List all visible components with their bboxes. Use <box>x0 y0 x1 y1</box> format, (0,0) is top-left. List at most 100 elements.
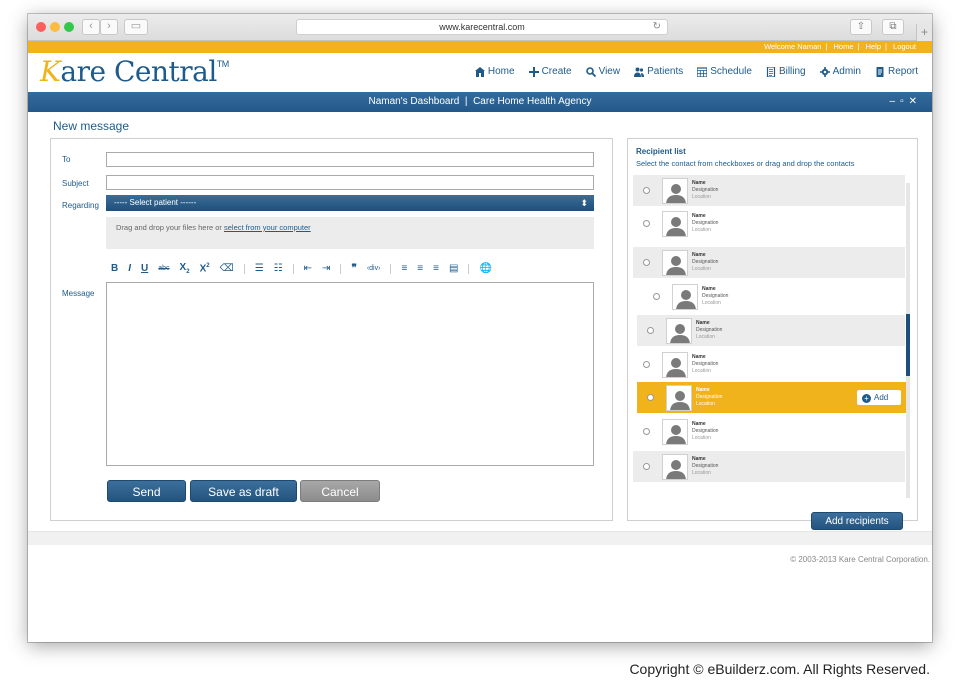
avatar-icon <box>662 249 688 276</box>
maximize-window-icon[interactable] <box>64 22 74 32</box>
billing-icon <box>766 66 776 77</box>
recipient-radio[interactable] <box>643 220 650 227</box>
nav-admin[interactable]: Admin <box>819 66 861 77</box>
sidebar-toggle-icon[interactable]: ▭ <box>124 19 148 35</box>
recipient-row[interactable]: Name Designation Location <box>643 281 905 312</box>
subscript-icon[interactable]: X2 <box>180 262 190 275</box>
page-title: New message <box>53 119 130 133</box>
back-icon[interactable]: ‹ <box>82 19 100 35</box>
add-recipient-button[interactable]: + Add <box>857 390 901 405</box>
avatar-icon <box>662 351 688 378</box>
recipient-row[interactable]: Name Designation Location <box>633 208 905 239</box>
avatar-icon <box>672 283 698 310</box>
ordered-list-icon[interactable]: ☰ <box>255 263 264 274</box>
eraser-icon[interactable]: ⌫ <box>220 263 234 274</box>
recipient-location: Location <box>692 194 711 200</box>
italic-icon[interactable]: I <box>128 263 131 274</box>
minimize-icon[interactable]: – <box>890 96 901 107</box>
recipient-row[interactable]: Name Designation Location <box>633 175 905 206</box>
recipient-radio[interactable] <box>643 259 650 266</box>
save-draft-button[interactable]: Save as draft <box>190 480 297 502</box>
kare-central-logo[interactable]: Kare CentralTM <box>40 55 229 88</box>
tabs-icon[interactable]: ⧉ <box>882 19 904 35</box>
recipient-designation: Designation <box>692 463 719 469</box>
nav-home[interactable]: Home <box>474 66 515 77</box>
recipient-name: Name <box>692 421 706 427</box>
regarding-label: Regarding <box>62 201 99 210</box>
subject-field[interactable] <box>106 175 594 190</box>
report-icon <box>876 66 884 77</box>
superscript-icon[interactable]: X2 <box>200 263 210 274</box>
toplink-help[interactable]: Help <box>862 42 885 51</box>
minimize-window-icon[interactable] <box>50 22 60 32</box>
select-file-link[interactable]: select from your computer <box>224 223 311 232</box>
main-nav: Home Create View Patients Schedule Billi… <box>474 66 918 77</box>
dashboard-bar: Naman's Dashboard | Care Home Health Age… <box>28 92 932 112</box>
nav-patients[interactable]: Patients <box>634 66 683 77</box>
recipient-location: Location <box>696 401 715 407</box>
reload-icon[interactable]: ↻ <box>653 20 661 34</box>
editor-toolbar: B I U abc X2 X2 ⌫ ☰ ☷ ⇤ ⇥ ❞ ‹div› ≡ ≡ ≡ … <box>111 262 492 275</box>
align-center-icon[interactable]: ≡ <box>417 263 423 274</box>
recipient-row[interactable]: Name Designation Location <box>637 315 905 346</box>
indent-icon[interactable]: ⇥ <box>322 263 330 274</box>
outdent-icon[interactable]: ⇤ <box>304 263 312 274</box>
recipient-scrollbar-thumb[interactable] <box>906 314 910 376</box>
cancel-button[interactable]: Cancel <box>300 480 380 502</box>
add-recipients-button[interactable]: Add recipients <box>811 512 903 530</box>
users-icon <box>634 67 645 77</box>
new-tab-icon[interactable]: + <box>916 24 932 41</box>
toplink-logout[interactable]: Logout <box>889 42 920 51</box>
nav-create[interactable]: Create <box>528 66 572 77</box>
recipient-radio[interactable] <box>643 463 650 470</box>
code-block-icon[interactable]: ‹div› <box>367 265 381 272</box>
underline-icon[interactable]: U <box>141 263 148 274</box>
nav-view[interactable]: View <box>585 66 620 77</box>
recipient-row[interactable]: Name Designation Location <box>633 349 905 380</box>
nav-report[interactable]: Report <box>875 66 918 77</box>
url-bar[interactable]: www.karecentral.com ↻ <box>296 19 668 35</box>
recipient-row[interactable]: Name Designation Location <box>633 451 905 482</box>
calendar-icon <box>697 66 708 77</box>
recipient-row[interactable]: Name Designation Location <box>633 247 905 278</box>
recipient-radio[interactable] <box>647 394 654 401</box>
recipient-row[interactable]: Name Designation Location <box>633 416 905 447</box>
to-field[interactable] <box>106 152 594 167</box>
recipient-location: Location <box>692 227 711 233</box>
close-icon[interactable]: ✕ <box>909 96 922 107</box>
restore-icon[interactable]: ▫ <box>900 96 909 107</box>
select-arrows-icon: ⬍ <box>580 198 588 208</box>
quote-icon[interactable]: ❞ <box>351 263 356 274</box>
recipient-list: Name Designation Location Name Designation Lo… <box>633 175 906 487</box>
align-left-icon[interactable]: ≡ <box>401 263 407 274</box>
avatar-icon <box>662 210 688 237</box>
file-drop-zone[interactable]: Drag and drop your files here or select … <box>106 217 594 249</box>
link-icon[interactable]: 🌐 <box>479 263 491 274</box>
recipient-radio[interactable] <box>643 187 650 194</box>
nav-billing[interactable]: Billing <box>766 66 806 77</box>
recipient-radio[interactable] <box>653 293 660 300</box>
recipient-row[interactable]: Name Designation Location + Add <box>637 382 906 413</box>
forward-icon[interactable]: › <box>100 19 118 35</box>
avatar-icon <box>662 418 688 445</box>
recipient-radio[interactable] <box>647 327 654 334</box>
share-icon[interactable]: ⇧ <box>850 19 872 35</box>
recipient-radio[interactable] <box>643 361 650 368</box>
recipient-name: Name <box>692 252 706 258</box>
recipient-name: Name <box>692 213 706 219</box>
send-button[interactable]: Send <box>107 480 186 502</box>
align-justify-icon[interactable]: ▤ <box>449 263 458 274</box>
patient-select[interactable]: ----- Select patient ------ ⬍ <box>106 195 594 211</box>
toplink-home[interactable]: Home <box>830 42 858 51</box>
nav-schedule[interactable]: Schedule <box>697 66 752 77</box>
close-window-icon[interactable] <box>36 22 46 32</box>
message-editor[interactable] <box>106 282 594 466</box>
recipient-name: Name <box>692 180 706 186</box>
to-label: To <box>62 155 71 164</box>
strikethrough-icon[interactable]: abc <box>158 265 169 272</box>
recipient-designation: Designation <box>692 187 719 193</box>
bold-icon[interactable]: B <box>111 263 118 274</box>
align-right-icon[interactable]: ≡ <box>433 263 439 274</box>
unordered-list-icon[interactable]: ☷ <box>274 263 283 274</box>
recipient-radio[interactable] <box>643 428 650 435</box>
